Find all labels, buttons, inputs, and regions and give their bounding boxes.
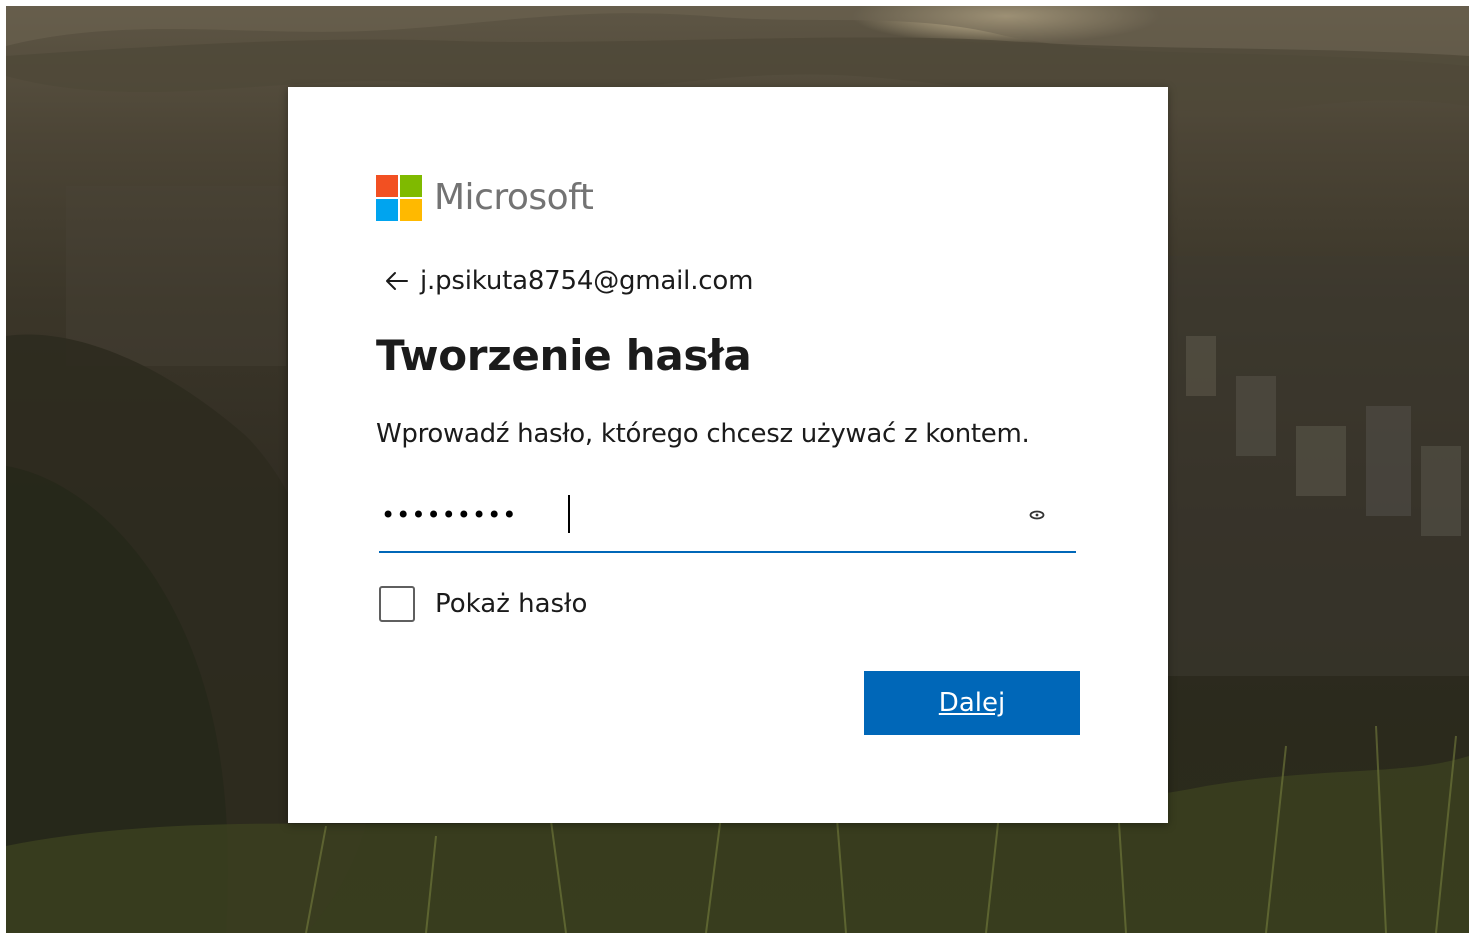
sign-in-card: Microsoft j.psikuta8754@gmail.com Tworze… — [288, 87, 1168, 823]
logo-square-blue — [376, 199, 398, 221]
show-password-label[interactable]: Pokaż hasło — [435, 589, 587, 619]
page-title: Tworzenie hasła — [376, 331, 752, 380]
arrow-left-icon[interactable] — [382, 267, 410, 295]
identity-back-button[interactable]: j.psikuta8754@gmail.com — [382, 264, 753, 298]
show-password-toggle[interactable]: Pokaż hasło — [379, 584, 587, 624]
password-input[interactable]: ••••••••• — [379, 483, 1076, 553]
show-password-checkbox[interactable] — [379, 586, 415, 622]
identity-email: j.psikuta8754@gmail.com — [420, 266, 754, 296]
screen: Microsoft j.psikuta8754@gmail.com Tworze… — [0, 0, 1475, 934]
microsoft-logo-icon — [376, 175, 422, 221]
eye-icon[interactable] — [1028, 506, 1046, 520]
logo-square-red — [376, 175, 398, 197]
password-value: ••••••••• — [381, 501, 518, 529]
next-button[interactable]: Dalej — [864, 671, 1080, 735]
brand-name: Microsoft — [434, 177, 594, 218]
page-description: Wprowadź hasło, którego chcesz używać z … — [376, 419, 1030, 449]
logo-square-yellow — [400, 199, 422, 221]
microsoft-logo: Microsoft — [376, 175, 594, 221]
logo-square-green — [400, 175, 422, 197]
text-caret — [568, 495, 570, 533]
